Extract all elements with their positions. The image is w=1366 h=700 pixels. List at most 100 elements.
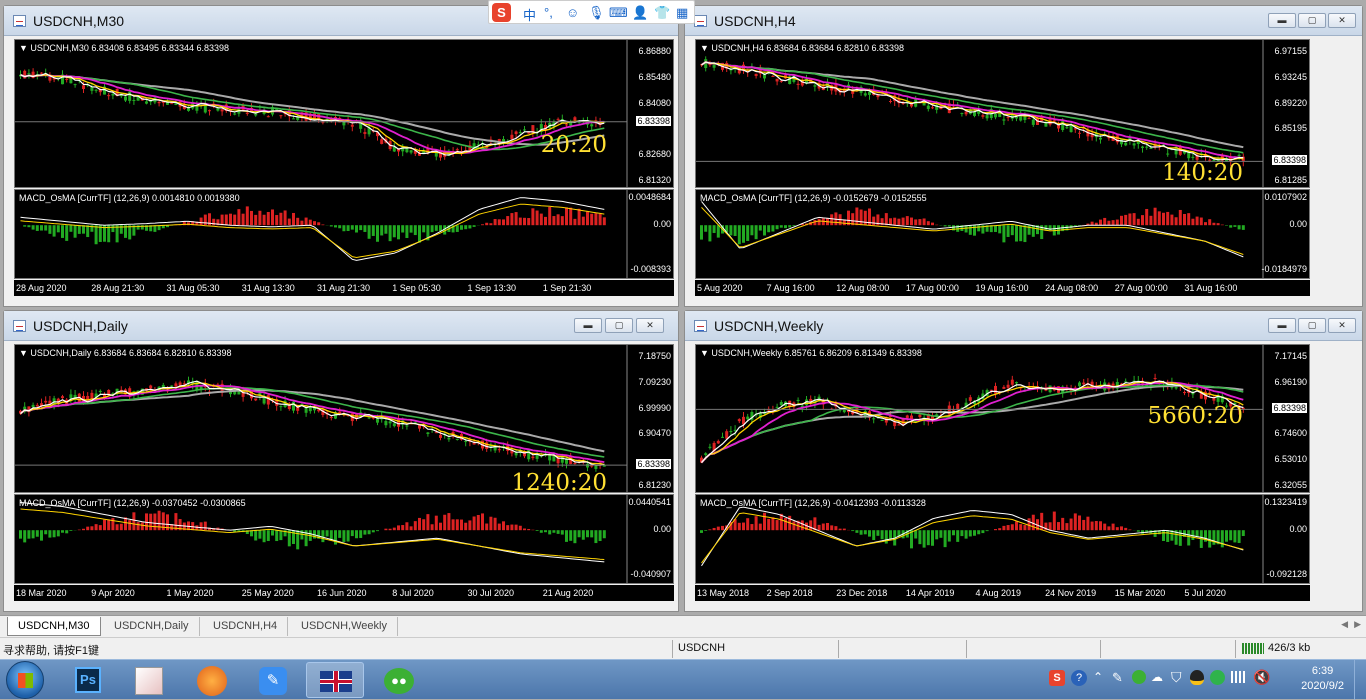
chart-window-weekly[interactable]: USDCNH,Weekly ▬ ▢ ✕ ▼ USDCNH,Weekly 6.85… (684, 310, 1363, 612)
bar-countdown-timer: 1240:20 (511, 470, 607, 496)
minimize-button[interactable]: ▬ (574, 318, 602, 333)
ime-toolbar[interactable]: S 中 °, ☺ 🎙 ⌨ 👤 👕 ▦ (488, 0, 695, 24)
chart-window-m30[interactable]: USDCNH,M30 ▼ USDCNH,M30 6.83408 6.83495 … (3, 5, 679, 307)
maximize-button[interactable]: ▢ (605, 318, 633, 333)
sogou-tray-icon[interactable]: S (1049, 670, 1065, 686)
osma-histogram-bar (1221, 530, 1224, 547)
sogou-logo-icon[interactable]: S (492, 3, 511, 22)
minimize-button[interactable]: ▬ (1268, 318, 1296, 333)
osma-histogram-bar (843, 529, 846, 531)
connection-bars-icon[interactable] (1242, 643, 1264, 654)
candle-body (410, 150, 413, 152)
wechat-tray-icon[interactable] (1132, 670, 1146, 684)
qq-tray-icon[interactable] (1190, 670, 1204, 685)
cloud-tray-icon[interactable]: ☁ (1151, 670, 1163, 684)
status-traffic: 426/3 kb (1268, 642, 1310, 654)
help-tray-icon[interactable]: ? (1071, 670, 1087, 686)
osma-histogram-bar (927, 530, 930, 545)
osma-histogram-bar (860, 530, 863, 535)
candle-body (254, 114, 257, 116)
osma-histogram-bar (948, 225, 951, 226)
time-axis-label: 31 Aug 21:30 (317, 283, 370, 293)
tab-usdcnh-m30[interactable]: USDCNH,M30 (7, 617, 101, 636)
candle-body (426, 432, 429, 433)
window-titlebar[interactable]: USDCNH,H4 ▬ ▢ ✕ (685, 6, 1362, 36)
macd-canvas (696, 495, 1309, 583)
user-icon[interactable]: 👤 (632, 5, 648, 21)
osma-histogram-bar (347, 225, 350, 231)
osma-histogram-bar (872, 530, 875, 540)
price-chart[interactable]: ▼ USDCNH,Weekly 6.85761 6.86209 6.81349 … (695, 344, 1310, 493)
price-chart[interactable]: ▼ USDCNH,M30 6.83408 6.83495 6.83344 6.8… (14, 39, 674, 188)
osma-histogram-bar (721, 526, 724, 530)
microphone-icon[interactable]: 🎙 (588, 5, 605, 21)
ime-punctuation-toggle[interactable]: °, (544, 5, 553, 20)
osma-histogram-bar (1200, 218, 1203, 226)
chart-window-daily[interactable]: USDCNH,Daily ▬ ▢ ✕ ▼ USDCNH,Daily 6.8368… (3, 310, 679, 612)
price-chart[interactable]: ▼ USDCNH,H4 6.83684 6.83684 6.82810 6.83… (695, 39, 1310, 188)
time-axis-label: 8 Jul 2020 (392, 588, 434, 598)
volume-tray-icon[interactable]: 🔇 (1253, 669, 1270, 686)
tab-scroll-left-icon[interactable]: ◀ (1341, 619, 1348, 630)
osma-histogram-bar (191, 522, 194, 530)
maximize-button[interactable]: ▢ (1298, 318, 1326, 333)
close-button[interactable]: ✕ (1328, 13, 1356, 28)
show-hidden-icons-icon[interactable]: ⌃ (1093, 670, 1103, 684)
taskbar-paint-icon[interactable] (120, 662, 178, 698)
keyboard-icon[interactable]: ⌨ (609, 5, 628, 21)
pen-tray-icon[interactable]: ✎ (1112, 670, 1123, 686)
toolbox-grid-icon[interactable]: ▦ (676, 5, 688, 21)
maximize-button[interactable]: ▢ (1298, 13, 1326, 28)
osma-histogram-bar (998, 528, 1001, 530)
macd-panel[interactable]: MACD_OsMA [CurrTF] (12,26,9) 0.0014810 0… (14, 189, 674, 279)
start-button[interactable] (6, 661, 44, 699)
show-desktop-button[interactable] (1354, 660, 1366, 700)
skin-icon[interactable]: 👕 (654, 5, 670, 21)
candle-body (1133, 143, 1136, 145)
tab-scroll-right-icon[interactable]: ▶ (1354, 619, 1361, 630)
tab-usdcnh-h4[interactable]: USDCNH,H4 (203, 617, 288, 636)
osma-histogram-bar (603, 530, 606, 538)
taskbar-photoshop-icon[interactable]: Ps (60, 662, 118, 698)
taskbar-mt4-icon[interactable] (182, 662, 240, 698)
osma-histogram-bar (460, 520, 463, 531)
price-chart[interactable]: ▼ USDCNH,Daily 6.83684 6.83684 6.82810 6… (14, 344, 674, 493)
close-button[interactable]: ✕ (1328, 318, 1356, 333)
system-clock[interactable]: 6:39 2020/9/2 (1301, 664, 1344, 694)
osma-histogram-bar (300, 221, 303, 226)
tab-usdcnh-weekly[interactable]: USDCNH,Weekly (291, 617, 398, 636)
osma-histogram-bar (573, 219, 576, 225)
ime-language-toggle[interactable]: 中 (523, 5, 536, 24)
emoji-icon[interactable]: ☺ (566, 5, 579, 20)
tab-usdcnh-daily[interactable]: USDCNH,Daily (104, 617, 200, 636)
shield-tray-icon[interactable]: ⛉ (1171, 669, 1182, 686)
macd-panel[interactable]: MACD_OsMA [CurrTF] (12,26,9) -0.0152679 … (695, 189, 1310, 279)
osma-histogram-bar (994, 225, 997, 232)
osma-histogram-bar (818, 525, 821, 530)
osma-histogram-bar (351, 530, 354, 536)
candle-body (263, 398, 266, 404)
osma-histogram-bar (376, 225, 379, 242)
candle-body (292, 402, 295, 411)
macd-panel[interactable]: MACD_OsMA [CurrTF] (12,26,9) -0.0412393 … (695, 494, 1310, 584)
price-scale-label: 6.90470 (638, 428, 671, 438)
osma-histogram-bar (418, 225, 421, 242)
osma-histogram-bar (700, 225, 703, 239)
window-titlebar[interactable]: USDCNH,Daily ▬ ▢ ✕ (4, 311, 678, 341)
osma-histogram-bar (889, 530, 892, 539)
close-button[interactable]: ✕ (636, 318, 664, 333)
minimize-button[interactable]: ▬ (1268, 13, 1296, 28)
candle-body (330, 417, 333, 418)
taskbar-wechat-icon[interactable]: ●● (370, 662, 428, 698)
system-tray: S ? ⌃ ✎ ☁ ⛉ 🔇 6:39 2020/9/2 (1044, 660, 1366, 700)
taskbar-uk-flag-icon[interactable] (306, 662, 364, 698)
security-tray-icon[interactable] (1210, 670, 1225, 685)
taskbar-notes-icon[interactable]: ✎ (244, 662, 302, 698)
window-titlebar[interactable]: USDCNH,Weekly ▬ ▢ ✕ (685, 311, 1362, 341)
network-tray-icon[interactable] (1231, 671, 1247, 683)
ma-grey-line (21, 75, 605, 145)
symbol-info-label: ▼ USDCNH,M30 6.83408 6.83495 6.83344 6.8… (19, 43, 229, 53)
osma-histogram-bar (359, 530, 362, 538)
chart-window-h4[interactable]: USDCNH,H4 ▬ ▢ ✕ ▼ USDCNH,H4 6.83684 6.83… (684, 5, 1363, 307)
macd-panel[interactable]: MACD_OsMA [CurrTF] (12,26,9) -0.0370452 … (14, 494, 674, 584)
